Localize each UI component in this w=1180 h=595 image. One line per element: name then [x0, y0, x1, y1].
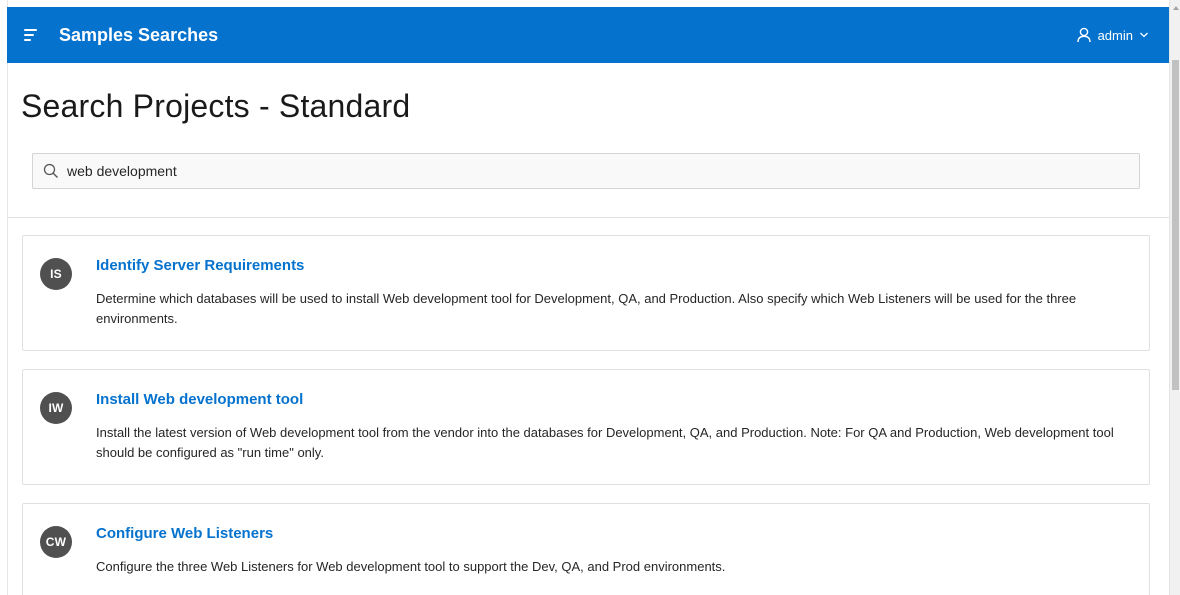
search-input[interactable]	[67, 156, 1107, 186]
search-results: IS Identify Server Requirements Determin…	[8, 218, 1169, 595]
app-header: Samples Searches admin	[7, 7, 1169, 63]
app-title[interactable]: Samples Searches	[59, 25, 218, 46]
search-field[interactable]	[32, 153, 1140, 189]
app-window: Samples Searches admin Search Projects -…	[0, 0, 1180, 595]
left-edge	[0, 0, 8, 595]
avatar: IS	[40, 258, 72, 290]
avatar: CW	[40, 526, 72, 558]
vertical-scrollbar[interactable]	[1169, 0, 1180, 595]
page-header-region: Search Projects - Standard	[8, 63, 1169, 218]
hamburger-icon[interactable]	[24, 23, 48, 47]
page-title: Search Projects - Standard	[21, 88, 411, 124]
result-card: IS Identify Server Requirements Determin…	[22, 235, 1150, 351]
scroll-up-arrow-icon[interactable]	[1173, 6, 1179, 10]
result-card: IW Install Web development tool Install …	[22, 369, 1150, 485]
result-title-link[interactable]: Identify Server Requirements	[96, 257, 304, 274]
scrollbar-thumb[interactable]	[1172, 60, 1179, 390]
search-icon	[43, 163, 59, 179]
result-title-link[interactable]: Configure Web Listeners	[96, 525, 273, 542]
result-description: Install the latest version of Web develo…	[96, 425, 1114, 460]
result-description: Determine which databases will be used t…	[96, 291, 1077, 326]
avatar: IW	[40, 392, 72, 424]
result-title-link[interactable]: Install Web development tool	[96, 391, 303, 408]
result-description: Configure the three Web Listeners for We…	[96, 559, 726, 574]
user-menu-button[interactable]: admin	[1076, 7, 1149, 63]
user-icon	[1076, 27, 1092, 43]
chevron-down-icon	[1139, 30, 1149, 40]
user-name: admin	[1097, 27, 1133, 43]
result-card: CW Configure Web Listeners Configure the…	[22, 503, 1150, 595]
